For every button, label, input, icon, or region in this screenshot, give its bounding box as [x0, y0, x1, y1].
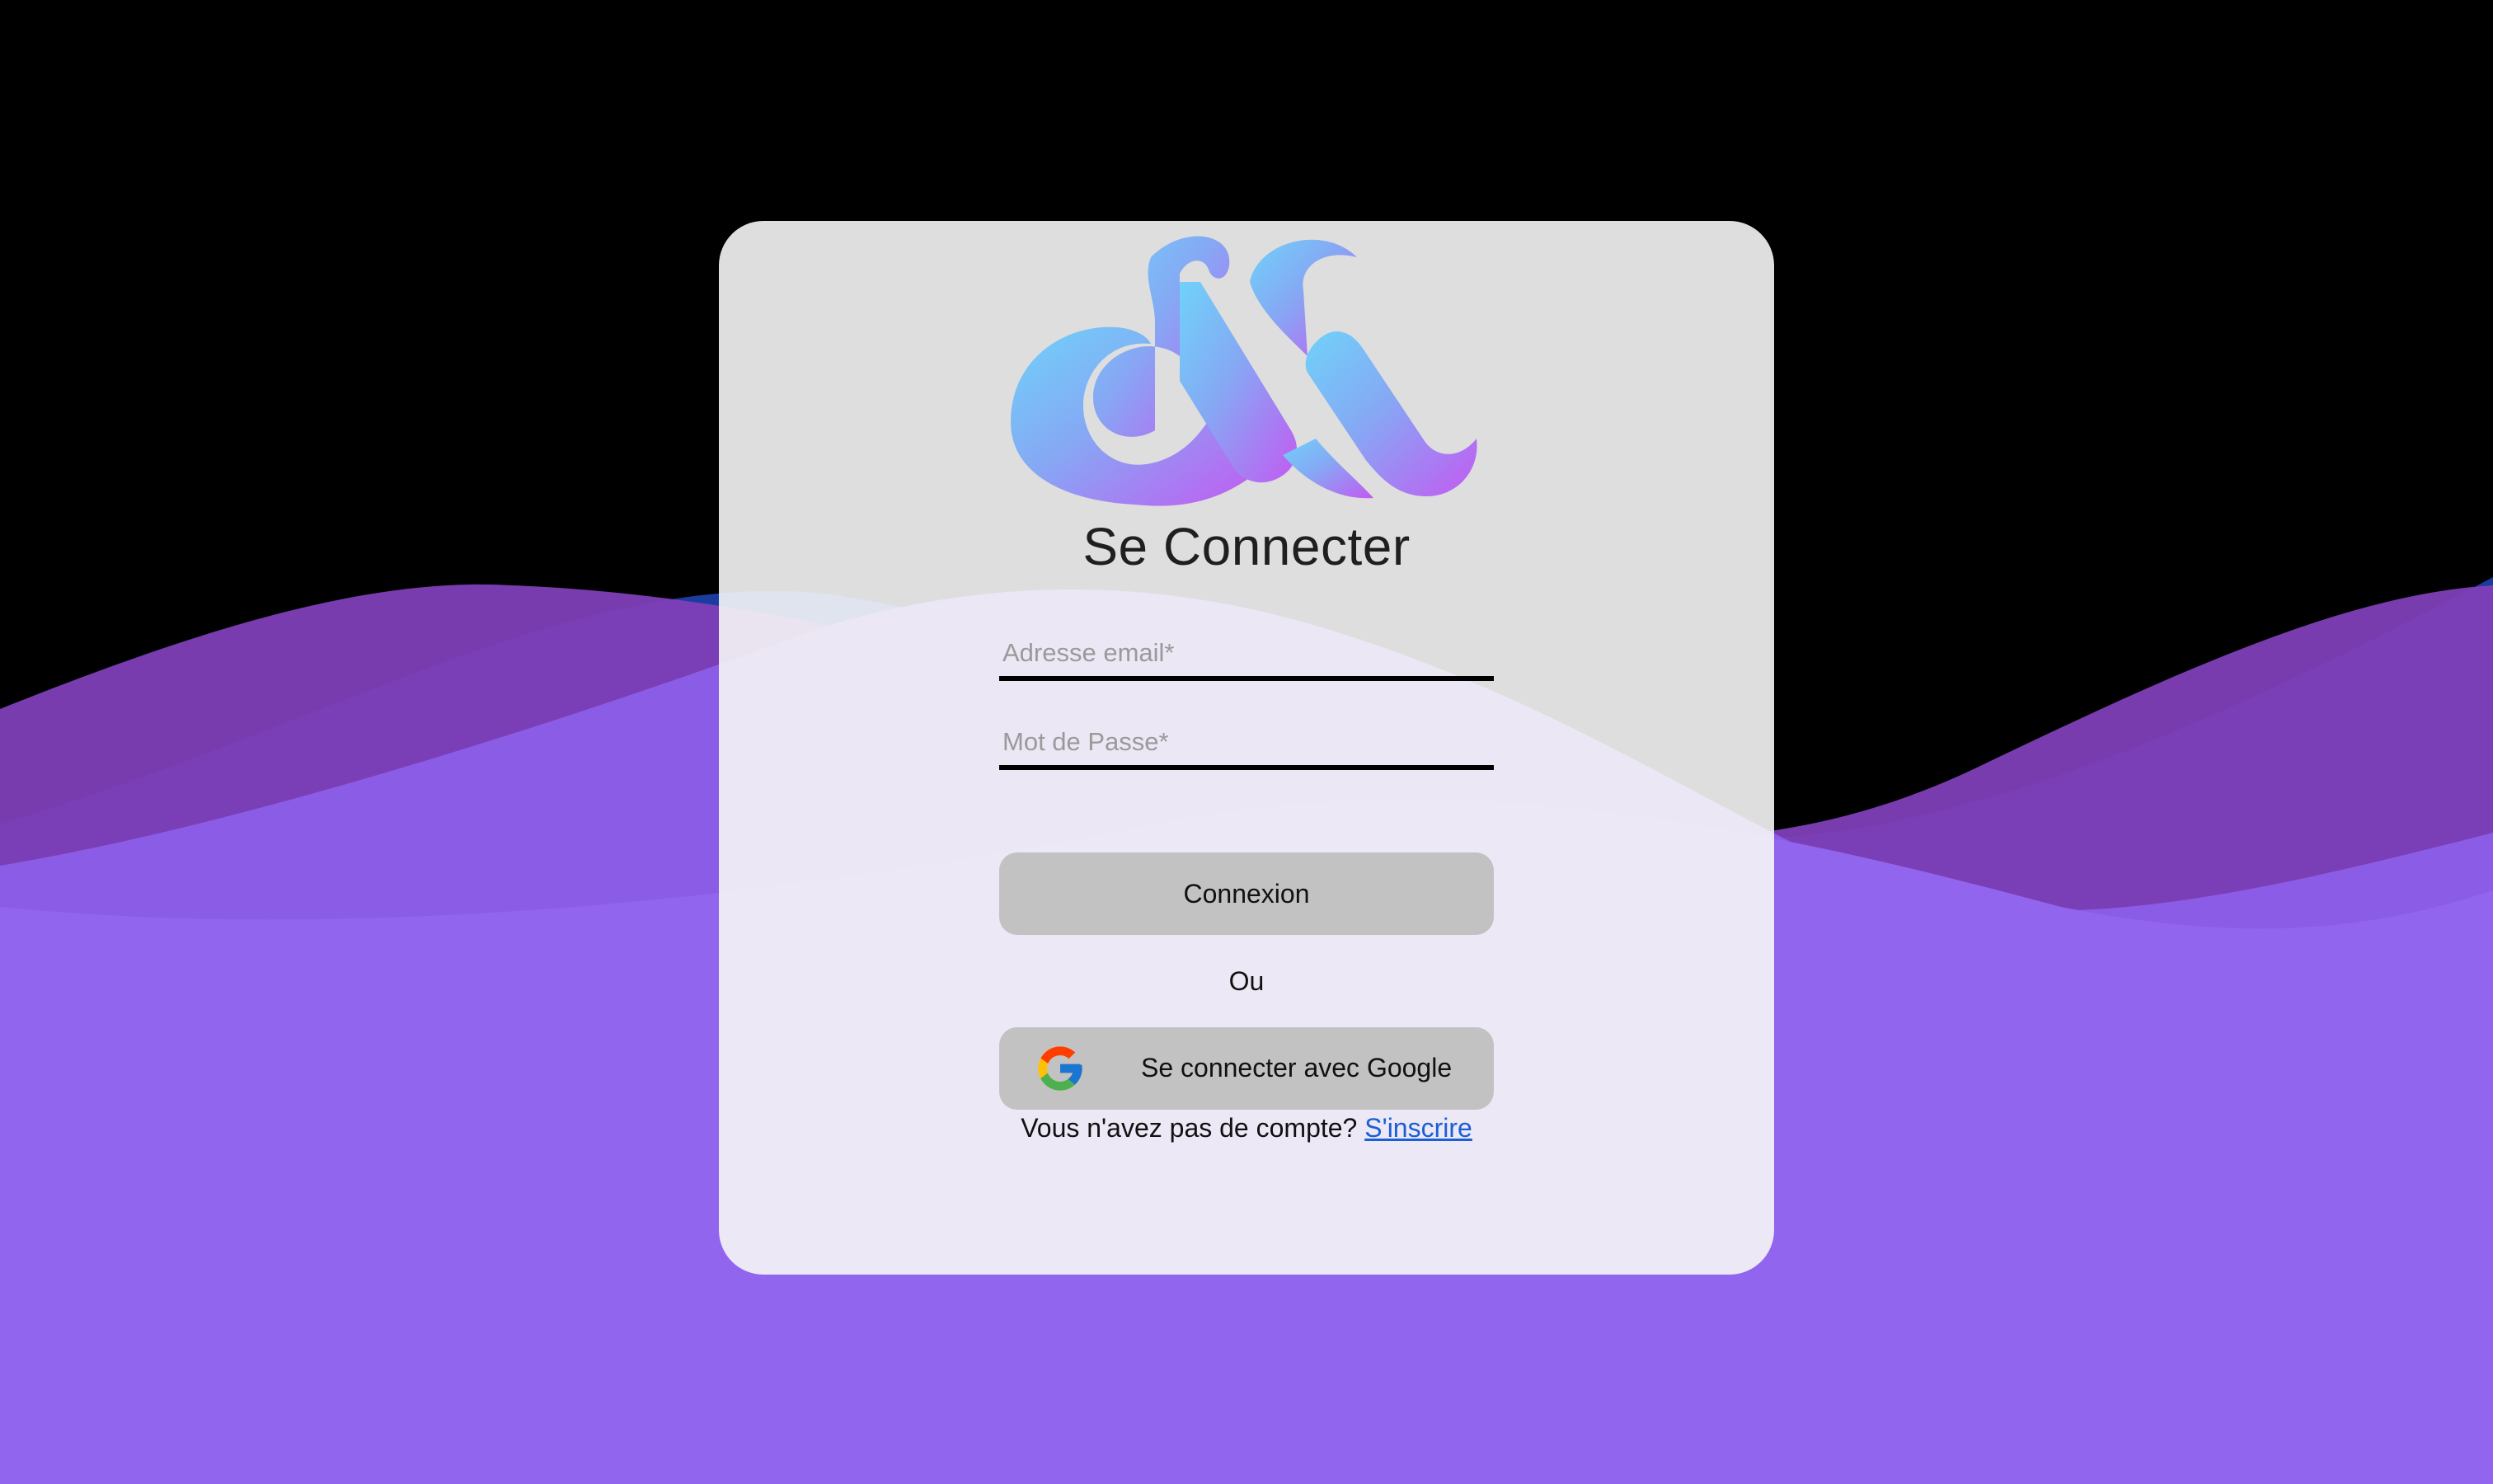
google-signin-label: Se connecter avec Google: [1141, 1053, 1453, 1082]
login-page: Se Connecter Connexion Ou Se connecter a…: [0, 0, 2493, 1484]
login-card: Se Connecter Connexion Ou Se connecter a…: [719, 221, 1774, 1275]
email-field-container: [999, 630, 1494, 688]
password-field-container: [999, 719, 1494, 777]
signup-link[interactable]: S'inscrire: [1364, 1113, 1472, 1143]
page-title: Se Connecter: [1082, 517, 1411, 576]
password-field[interactable]: [999, 719, 1494, 770]
brand-logo: [1011, 236, 1477, 506]
google-icon: [1038, 1046, 1082, 1091]
separator-text: Ou: [1228, 966, 1265, 996]
no-account-text: Vous n'avez pas de compte?: [1021, 1113, 1358, 1143]
signup-prompt: Vous n'avez pas de compte? S'inscrire: [719, 1113, 1774, 1144]
google-signin-button[interactable]: Se connecter avec Google: [999, 1027, 1494, 1110]
login-button[interactable]: Connexion: [999, 852, 1494, 935]
email-field[interactable]: [999, 630, 1494, 681]
